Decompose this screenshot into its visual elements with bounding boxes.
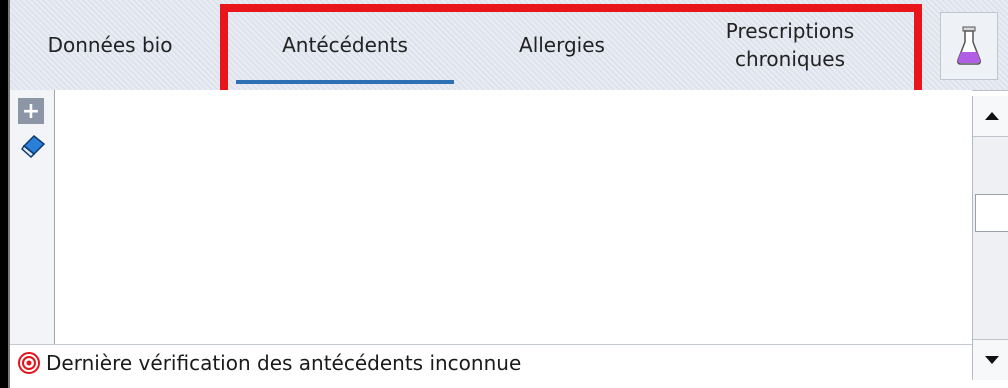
tab-donnees-bio[interactable]: Données bio: [10, 0, 210, 90]
side-toolbar: +: [10, 90, 55, 344]
lab-flask-button[interactable]: [940, 12, 998, 80]
vertical-scrollbar[interactable]: [972, 96, 1008, 380]
arrow-down-icon: [985, 356, 999, 364]
eraser-icon[interactable]: [18, 130, 48, 160]
tabs-highlight-box: [220, 4, 922, 98]
scrollbar-thumb[interactable]: [975, 194, 1008, 232]
status-text: Dernière vérification des antécédents in…: [46, 351, 522, 375]
arrow-up-icon: [985, 112, 999, 120]
scroll-down-button[interactable]: [973, 339, 1008, 380]
scroll-up-button[interactable]: [973, 96, 1008, 137]
flask-icon: [957, 26, 981, 65]
tab-label: Données bio: [47, 33, 173, 57]
target-icon: [18, 352, 40, 374]
status-bar: Dernière vérification des antécédents in…: [10, 344, 972, 381]
plus-icon: +: [21, 98, 41, 124]
antecedents-list[interactable]: [55, 90, 972, 344]
antecedents-panel: Données bio Antécédents Allergies Prescr…: [8, 0, 1008, 388]
add-button[interactable]: +: [18, 98, 44, 124]
